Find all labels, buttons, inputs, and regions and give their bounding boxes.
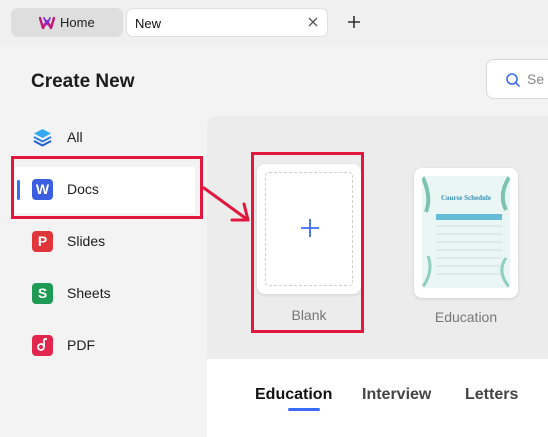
wps-logo-icon — [39, 16, 55, 29]
sidebar-item-sheets[interactable]: S Sheets — [15, 271, 195, 317]
tab-home[interactable]: Home — [11, 8, 123, 37]
new-tab-plus-icon[interactable] — [344, 12, 364, 32]
sidebar-item-label: Slides — [67, 233, 106, 249]
tab-new[interactable]: New — [126, 8, 328, 37]
tab-bar: Home New — [0, 0, 548, 46]
tab-interview[interactable]: Interview — [362, 386, 431, 404]
education-template-card[interactable]: Course Schedule — [414, 168, 518, 298]
layers-icon — [33, 129, 52, 147]
search-placeholder: Se — [527, 71, 545, 87]
close-icon[interactable] — [305, 14, 321, 30]
tab-letters[interactable]: Letters — [465, 386, 518, 404]
sidebar-item-slides[interactable]: P Slides — [15, 219, 195, 265]
page-title: Create New — [31, 71, 135, 92]
active-tab-underline — [288, 408, 320, 411]
annotation-arrow-icon — [202, 186, 250, 222]
annotation-highlight-docs — [11, 156, 203, 219]
sidebar-item-all[interactable]: All — [15, 115, 195, 161]
annotation-highlight-blank — [251, 152, 364, 333]
course-schedule-title: Course Schedule — [441, 194, 491, 202]
slides-icon: P — [32, 231, 53, 252]
sidebar-item-label: Sheets — [67, 285, 111, 301]
tab-home-label: Home — [60, 15, 95, 30]
sidebar-item-pdf[interactable]: PDF — [15, 323, 195, 369]
leaf-decoration-icon — [422, 176, 510, 288]
course-schedule-thumbnail: Course Schedule — [422, 176, 510, 288]
sheets-icon: S — [32, 283, 53, 304]
tab-education[interactable]: Education — [255, 386, 332, 404]
education-label: Education — [434, 309, 498, 325]
search-input[interactable]: Se — [486, 59, 548, 99]
search-icon — [506, 73, 520, 87]
sidebar-item-label: PDF — [67, 337, 95, 353]
tab-new-label: New — [135, 16, 162, 31]
sidebar-item-label: All — [67, 129, 83, 145]
pdf-icon — [32, 335, 53, 356]
